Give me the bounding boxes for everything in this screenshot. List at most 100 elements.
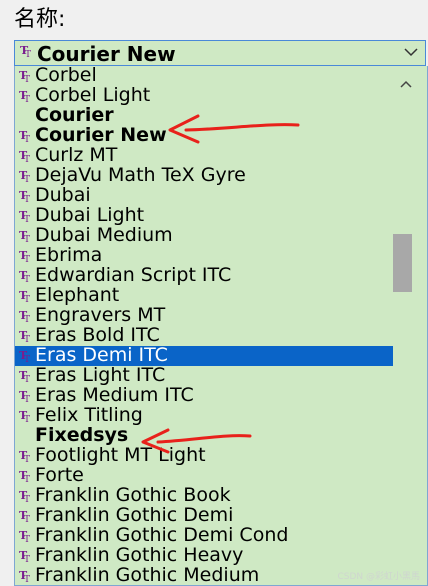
svg-text:T: T: [24, 415, 30, 423]
svg-text:T: T: [25, 50, 31, 58]
truetype-icon: TT: [19, 389, 33, 403]
truetype-icon: TT: [19, 129, 33, 143]
font-list-item[interactable]: T T Franklin Gothic Demi: [15, 505, 394, 526]
font-list-item[interactable]: Courier: [15, 104, 394, 126]
font-list-item-label: Courier: [35, 104, 114, 126]
font-list-item[interactable]: T T Dubai Medium: [15, 224, 394, 246]
truetype-icon: TT: [19, 149, 33, 163]
svg-text:T: T: [24, 175, 30, 183]
font-list-item[interactable]: T T Eras Light ITC: [15, 364, 394, 386]
font-list-item[interactable]: T T Footlight MT Light: [15, 444, 394, 466]
font-list-item-label: Corbel Light: [35, 84, 151, 106]
svg-text:T: T: [24, 195, 30, 203]
font-list-item-label: Franklin Gothic Medium: [35, 564, 260, 586]
truetype-icon: TT: [19, 489, 33, 503]
truetype-icon: TT: [19, 89, 33, 103]
svg-text:T: T: [24, 215, 30, 223]
truetype-icon: TT: [19, 569, 33, 583]
font-list: T T Corbel T T Corbel Light Courier T T Courier N…: [15, 66, 394, 586]
font-list-item-label: Eras Demi ITC: [35, 344, 168, 366]
truetype-icon: TT: [19, 209, 33, 223]
svg-text:T: T: [24, 475, 30, 483]
vertical-scrollbar[interactable]: [393, 66, 427, 585]
font-list-item[interactable]: T T Franklin Gothic Demi Cond: [15, 524, 394, 546]
font-list-item[interactable]: T T Corbel: [15, 66, 394, 86]
truetype-icon: TT: [19, 189, 33, 203]
font-list-item[interactable]: T T Dubai: [15, 185, 394, 206]
font-name-label: 名称:: [14, 7, 66, 32]
font-list-item[interactable]: T T Franklin Gothic Book: [15, 484, 394, 506]
truetype-icon: TT: [19, 229, 33, 243]
font-list-item-label: Felix Titling: [35, 404, 143, 426]
svg-text:T: T: [24, 155, 30, 163]
font-list-item-label: Franklin Gothic Heavy: [35, 544, 244, 566]
svg-text:T: T: [24, 275, 30, 283]
font-list-item-label: Engravers MT: [35, 304, 166, 326]
svg-text:T: T: [24, 535, 30, 543]
truetype-icon: TT: [19, 529, 33, 543]
svg-text:T: T: [24, 255, 30, 263]
font-list-item[interactable]: T T Forte: [15, 464, 394, 486]
svg-text:T: T: [24, 375, 30, 383]
font-dropdown-list[interactable]: T T Corbel T T Corbel Light Courier T T Courier N…: [14, 66, 428, 586]
font-list-item-label: Eras Light ITC: [35, 364, 166, 386]
truetype-icon: TT: [19, 309, 33, 323]
svg-text:T: T: [24, 335, 30, 343]
font-list-item[interactable]: Fixedsys: [15, 425, 394, 446]
font-list-item[interactable]: T T DejaVu Math TeX Gyre: [15, 165, 394, 186]
truetype-icon: TT: [19, 269, 33, 283]
font-list-item-label: Ebrima: [35, 244, 103, 266]
font-list-item-label: Footlight MT Light: [35, 444, 206, 466]
font-list-item-label: Elephant: [35, 284, 120, 306]
svg-text:T: T: [24, 135, 30, 143]
svg-text:T: T: [24, 495, 30, 503]
font-list-item[interactable]: T T Courier New: [15, 124, 394, 146]
truetype-icon: TT: [19, 69, 33, 83]
truetype-icon: TT: [19, 449, 33, 463]
truetype-icon: TT: [19, 249, 33, 263]
font-list-item[interactable]: T T Franklin Gothic Heavy: [15, 544, 394, 566]
font-name-combobox[interactable]: TT Courier New: [14, 40, 426, 66]
font-list-item-label: Dubai Light: [35, 204, 145, 226]
svg-text:T: T: [24, 75, 30, 83]
font-list-item-label: Dubai Medium: [35, 224, 173, 246]
font-list-item[interactable]: T T Curlz MT: [15, 144, 394, 166]
svg-text:T: T: [24, 395, 30, 403]
font-list-item[interactable]: T T Edwardian Script ITC: [15, 264, 394, 286]
font-list-item[interactable]: T T Felix Titling: [15, 404, 394, 426]
font-list-item[interactable]: T T Ebrima: [15, 244, 394, 266]
dropdown-toggle-button[interactable]: [395, 41, 425, 65]
svg-text:T: T: [24, 95, 30, 103]
font-list-item-label: Eras Medium ITC: [35, 384, 194, 406]
font-list-item[interactable]: T T Corbel Light: [15, 84, 394, 106]
font-list-item[interactable]: T T Eras Demi ITC: [15, 344, 394, 366]
truetype-icon: TT: [19, 169, 33, 183]
truetype-icon: TT: [19, 349, 33, 363]
font-list-item[interactable]: T T Engravers MT: [15, 304, 394, 326]
font-list-item[interactable]: T T Dubai Light: [15, 204, 394, 226]
font-list-item-label: Franklin Gothic Book: [35, 484, 231, 506]
truetype-icon: TT: [19, 369, 33, 383]
watermark: CSDN @彩虹小黑馬: [337, 572, 420, 582]
truetype-icon: TT: [19, 549, 33, 563]
truetype-icon: TT: [20, 44, 34, 58]
chevron-down-icon: [404, 48, 418, 57]
font-list-item-label: Franklin Gothic Demi Cond: [35, 524, 289, 546]
font-list-item-label: Curlz MT: [35, 144, 118, 166]
svg-text:T: T: [24, 295, 30, 303]
svg-text:T: T: [24, 235, 30, 243]
font-list-item[interactable]: T T Eras Bold ITC: [15, 325, 394, 346]
truetype-icon: TT: [19, 289, 33, 303]
font-list-item-label: Edwardian Script ITC: [35, 264, 232, 286]
chevron-up-icon[interactable]: [400, 80, 412, 88]
font-list-item-label: Forte: [35, 464, 84, 486]
truetype-icon: TT: [19, 469, 33, 483]
font-list-item[interactable]: T T Eras Medium ITC: [15, 384, 394, 406]
font-list-item[interactable]: T T Elephant: [15, 284, 394, 306]
svg-text:T: T: [24, 455, 30, 463]
svg-text:T: T: [24, 315, 30, 323]
selected-font-value: Courier New: [37, 42, 176, 66]
scrollbar-thumb[interactable]: [393, 234, 412, 292]
font-list-item-label: Courier New: [35, 124, 167, 146]
svg-text:T: T: [24, 515, 30, 523]
